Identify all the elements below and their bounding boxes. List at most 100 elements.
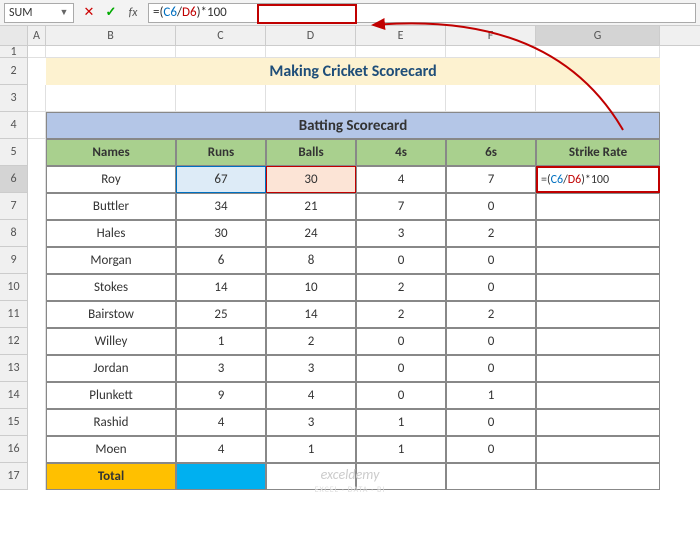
cell[interactable]	[356, 463, 446, 490]
row-header-6[interactable]: 6	[0, 166, 28, 193]
cell[interactable]	[28, 274, 46, 301]
cell[interactable]	[46, 46, 176, 58]
row-header-13[interactable]: 13	[0, 355, 28, 382]
cell[interactable]	[176, 85, 266, 112]
cell[interactable]: Moen	[46, 436, 176, 463]
col-header-d[interactable]: D	[266, 26, 356, 45]
cell[interactable]: 21	[266, 193, 356, 220]
page-title[interactable]: Making Cricket Scorecard	[46, 58, 660, 85]
cell[interactable]: Stokes	[46, 274, 176, 301]
cell[interactable]	[266, 85, 356, 112]
cell[interactable]	[28, 301, 46, 328]
cell[interactable]	[28, 85, 46, 112]
name-box[interactable]: SUM ▼	[4, 3, 74, 23]
cell[interactable]	[28, 166, 46, 193]
cell-name[interactable]: Roy	[46, 166, 176, 193]
cell[interactable]	[28, 409, 46, 436]
cell[interactable]: Rashid	[46, 409, 176, 436]
cell[interactable]	[28, 355, 46, 382]
cell[interactable]: 25	[176, 301, 266, 328]
cell[interactable]	[536, 220, 660, 247]
cell[interactable]: 2	[266, 328, 356, 355]
header-sr[interactable]: Strike Rate	[536, 139, 660, 166]
col-header-b[interactable]: B	[46, 26, 176, 45]
cell[interactable]	[536, 436, 660, 463]
cell[interactable]: 0	[356, 355, 446, 382]
row-header-14[interactable]: 14	[0, 382, 28, 409]
header-runs[interactable]: Runs	[176, 139, 266, 166]
cell[interactable]: 34	[176, 193, 266, 220]
cell[interactable]: Buttler	[46, 193, 176, 220]
cell[interactable]: 0	[446, 355, 536, 382]
cell[interactable]: 14	[266, 301, 356, 328]
cell[interactable]: 10	[266, 274, 356, 301]
cell[interactable]	[28, 382, 46, 409]
cell[interactable]: 7	[446, 166, 536, 193]
cell[interactable]: 24	[266, 220, 356, 247]
cell[interactable]	[536, 328, 660, 355]
cell[interactable]	[536, 193, 660, 220]
cell[interactable]: 1	[356, 436, 446, 463]
row-header-5[interactable]: 5	[0, 139, 28, 166]
row-header-4[interactable]: 4	[0, 112, 28, 139]
cell[interactable]	[266, 463, 356, 490]
cell[interactable]: 0	[356, 328, 446, 355]
cell[interactable]: 0	[356, 247, 446, 274]
cell[interactable]	[536, 85, 660, 112]
fx-button[interactable]: fx	[122, 3, 144, 23]
cell[interactable]: 3	[266, 409, 356, 436]
header-6s[interactable]: 6s	[446, 139, 536, 166]
total-runs[interactable]	[176, 463, 266, 490]
cell[interactable]: 6	[176, 247, 266, 274]
cell[interactable]: Plunkett	[46, 382, 176, 409]
row-header-8[interactable]: 8	[0, 220, 28, 247]
cell[interactable]: 0	[446, 193, 536, 220]
cell[interactable]	[536, 301, 660, 328]
row-header-2[interactable]: 2	[0, 58, 28, 85]
cell[interactable]: 1	[176, 328, 266, 355]
cell[interactable]: 4	[266, 382, 356, 409]
cell[interactable]: 0	[446, 436, 536, 463]
col-header-a[interactable]: A	[28, 26, 46, 45]
cell[interactable]: 0	[446, 328, 536, 355]
cell-d6[interactable]: 30	[266, 166, 356, 193]
row-header-12[interactable]: 12	[0, 328, 28, 355]
cell[interactable]	[46, 85, 176, 112]
cell[interactable]	[28, 112, 46, 139]
cell[interactable]: 2	[356, 301, 446, 328]
cell[interactable]	[536, 46, 660, 58]
section-header[interactable]: Batting Scorecard	[46, 112, 660, 139]
col-header-g[interactable]: G	[536, 26, 660, 45]
cell[interactable]	[28, 58, 46, 85]
cell[interactable]: 3	[176, 355, 266, 382]
cell[interactable]: Morgan	[46, 247, 176, 274]
select-all-corner[interactable]	[0, 26, 28, 45]
cell[interactable]	[446, 46, 536, 58]
cell[interactable]: 14	[176, 274, 266, 301]
cell[interactable]: 1	[446, 382, 536, 409]
cell[interactable]: 4	[176, 436, 266, 463]
cell[interactable]: 4	[176, 409, 266, 436]
cell[interactable]: 0	[446, 247, 536, 274]
cell[interactable]: Jordan	[46, 355, 176, 382]
cell-c6[interactable]: 67	[176, 166, 266, 193]
cell[interactable]: 3	[266, 355, 356, 382]
cell[interactable]: 2	[356, 274, 446, 301]
cell[interactable]: 2	[446, 220, 536, 247]
cell[interactable]	[28, 46, 46, 58]
cell[interactable]	[536, 382, 660, 409]
row-header-10[interactable]: 10	[0, 274, 28, 301]
cell[interactable]	[28, 139, 46, 166]
cell[interactable]	[356, 85, 446, 112]
col-header-f[interactable]: F	[446, 26, 536, 45]
cell[interactable]: 30	[176, 220, 266, 247]
cell[interactable]: 9	[176, 382, 266, 409]
header-4s[interactable]: 4s	[356, 139, 446, 166]
col-header-c[interactable]: C	[176, 26, 266, 45]
cell[interactable]: 0	[356, 382, 446, 409]
total-label[interactable]: Total	[46, 463, 176, 490]
row-header-17[interactable]: 17	[0, 463, 28, 490]
cell[interactable]	[446, 85, 536, 112]
cell[interactable]: 1	[266, 436, 356, 463]
cell[interactable]: 3	[356, 220, 446, 247]
